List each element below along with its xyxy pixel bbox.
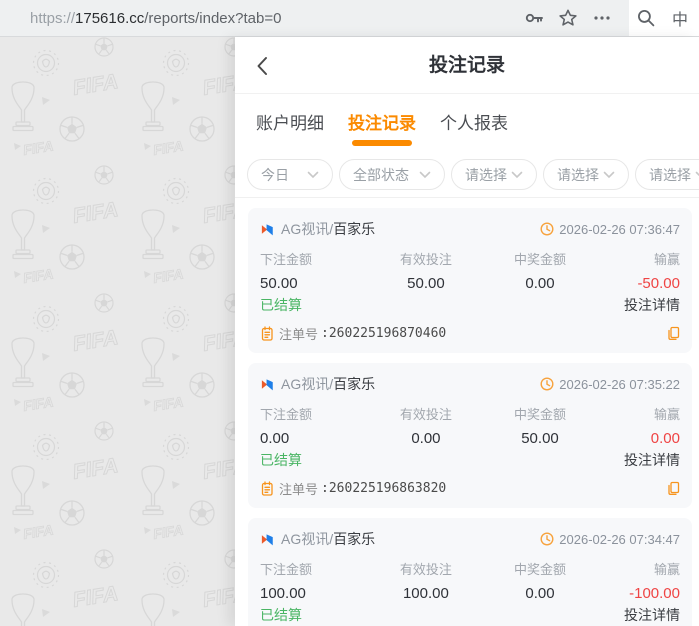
game-name: 百家乐 xyxy=(333,531,376,547)
game-name: 百家乐 xyxy=(333,221,376,237)
filter-bar: 今日 全部状态 请选择 请选择 请选择 xyxy=(235,152,699,198)
clock-icon xyxy=(540,222,554,236)
filter-select-dropdown-3[interactable]: 请选择 xyxy=(635,159,699,190)
order-note-icon xyxy=(261,326,273,341)
browser-toolbar: https://175616.cc/reports/index?tab=0 中 xyxy=(0,0,699,37)
filter-select-dropdown-2[interactable]: 请选择 xyxy=(543,159,629,190)
bet-record-card: AG视讯 / 百家乐 2026-02-26 07:35:22 下注金额 有效投注 中… xyxy=(248,363,692,508)
provider-name: AG视讯 xyxy=(281,221,330,237)
order-note-icon xyxy=(261,481,273,496)
active-tab-underline xyxy=(352,140,412,146)
column-header-win: 中奖金额 xyxy=(513,407,566,422)
order-number-value: 260225196870460 xyxy=(328,326,447,341)
column-header-valid: 有效投注 xyxy=(399,562,452,577)
records-list: AG视讯 / 百家乐 2026-02-26 07:36:47 下注金额 有效投注 中… xyxy=(235,198,699,626)
game-name: 百家乐 xyxy=(333,376,376,392)
column-header-bet: 下注金额 xyxy=(260,252,313,267)
fifa-pattern-background: FIFA xyxy=(0,37,235,626)
chevron-down-icon xyxy=(307,171,319,178)
valid-bet-amount: 0.00 xyxy=(411,430,441,447)
profit-amount: 0.00 xyxy=(650,430,680,447)
column-header-valid: 有效投注 xyxy=(399,252,452,267)
ag-provider-icon xyxy=(261,533,273,545)
bet-record-card: AG视讯 / 百家乐 2026-02-26 07:36:47 下注金额 有效投注 中… xyxy=(248,208,692,353)
address-bar[interactable]: https://175616.cc/reports/index?tab=0 xyxy=(0,0,629,36)
valid-bet-amount: 100.00 xyxy=(402,585,449,602)
translate-icon[interactable]: 中 xyxy=(663,6,697,30)
order-number-value: 260225196863820 xyxy=(328,481,447,496)
bet-timestamp: 2026-02-26 07:35:22 xyxy=(559,376,680,392)
column-header-win: 中奖金额 xyxy=(513,562,566,577)
win-amount: 0.00 xyxy=(525,275,555,292)
tab-personal-report[interactable]: 个人报表 xyxy=(440,109,508,152)
profit-amount: -100.00 xyxy=(629,585,680,602)
bet-timestamp: 2026-02-26 07:36:47 xyxy=(559,221,680,237)
bet-record-card: AG视讯 / 百家乐 2026-02-26 07:34:47 下注金额 有效投注 中… xyxy=(248,518,692,626)
url-path: /reports/index?tab=0 xyxy=(144,9,282,27)
ag-provider-icon xyxy=(261,223,273,235)
ag-provider-icon xyxy=(261,378,273,390)
order-number-label: 注单号 xyxy=(279,327,319,342)
content-panel: 投注记录 账户明细 投注记录 个人报表 今日 全部状态 请选择 请选择 请选择 … xyxy=(235,37,699,626)
order-number-colon: : xyxy=(321,326,329,341)
bet-detail-link[interactable]: 投注详情 xyxy=(624,605,680,625)
order-number-colon: : xyxy=(321,481,329,496)
bet-amount: 50.00 xyxy=(260,275,298,292)
browser-menu-icon[interactable] xyxy=(585,15,619,21)
screen: https://175616.cc/reports/index?tab=0 中 xyxy=(0,0,699,626)
search-icon[interactable] xyxy=(629,9,663,27)
url-scheme: https:// xyxy=(30,9,76,27)
page-header: 投注记录 xyxy=(235,37,699,94)
back-button[interactable] xyxy=(255,56,275,76)
page-title: 投注记录 xyxy=(428,55,505,76)
valid-bet-amount: 50.00 xyxy=(407,275,445,292)
tab-betting-records[interactable]: 投注记录 xyxy=(348,109,416,152)
status-badge: 已结算 xyxy=(260,297,302,313)
toolbar-right: 中 xyxy=(629,0,699,36)
fifa-pattern-art: FIFA xyxy=(0,37,235,626)
bet-amount: 100.00 xyxy=(260,585,306,602)
back-chevron-icon xyxy=(257,57,267,75)
clock-icon xyxy=(540,377,554,391)
status-badge: 已结算 xyxy=(260,452,302,468)
chevron-down-icon xyxy=(695,171,699,176)
bet-detail-link[interactable]: 投注详情 xyxy=(624,450,680,470)
provider-name: AG视讯 xyxy=(281,376,330,392)
column-header-valid: 有效投注 xyxy=(399,407,452,422)
chevron-down-icon xyxy=(419,171,431,178)
filter-date-dropdown[interactable]: 今日 xyxy=(247,159,333,190)
bookmark-star-icon[interactable] xyxy=(551,9,585,27)
tab-bar: 账户明细 投注记录 个人报表 xyxy=(235,94,699,152)
filter-select-dropdown-1[interactable]: 请选择 xyxy=(451,159,537,190)
filter-status-dropdown[interactable]: 全部状态 xyxy=(339,159,445,190)
password-key-icon[interactable] xyxy=(517,10,551,26)
url-domain: 175616.cc xyxy=(75,9,145,27)
column-header-bet: 下注金额 xyxy=(260,407,313,422)
bet-detail-link[interactable]: 投注详情 xyxy=(624,295,680,315)
column-header-profit: 输赢 xyxy=(653,252,680,267)
column-header-profit: 输赢 xyxy=(653,407,680,422)
column-header-win: 中奖金额 xyxy=(513,252,566,267)
bet-amount: 0.00 xyxy=(260,430,290,447)
provider-name: AG视讯 xyxy=(281,531,330,547)
order-number-label: 注单号 xyxy=(279,482,319,497)
copy-icon[interactable] xyxy=(666,326,680,341)
win-amount: 0.00 xyxy=(525,585,555,602)
copy-icon[interactable] xyxy=(666,481,680,496)
page-url[interactable]: https://175616.cc/reports/index?tab=0 xyxy=(30,10,517,27)
column-header-bet: 下注金额 xyxy=(260,562,313,577)
win-amount: 50.00 xyxy=(521,430,559,447)
column-header-profit: 输赢 xyxy=(653,562,680,577)
chevron-down-icon xyxy=(603,171,615,178)
chevron-down-icon xyxy=(511,171,523,178)
status-badge: 已结算 xyxy=(260,607,302,623)
profit-amount: -50.00 xyxy=(637,275,680,292)
bet-timestamp: 2026-02-26 07:34:47 xyxy=(559,531,680,547)
tab-account-detail[interactable]: 账户明细 xyxy=(256,109,324,152)
clock-icon xyxy=(540,532,554,546)
